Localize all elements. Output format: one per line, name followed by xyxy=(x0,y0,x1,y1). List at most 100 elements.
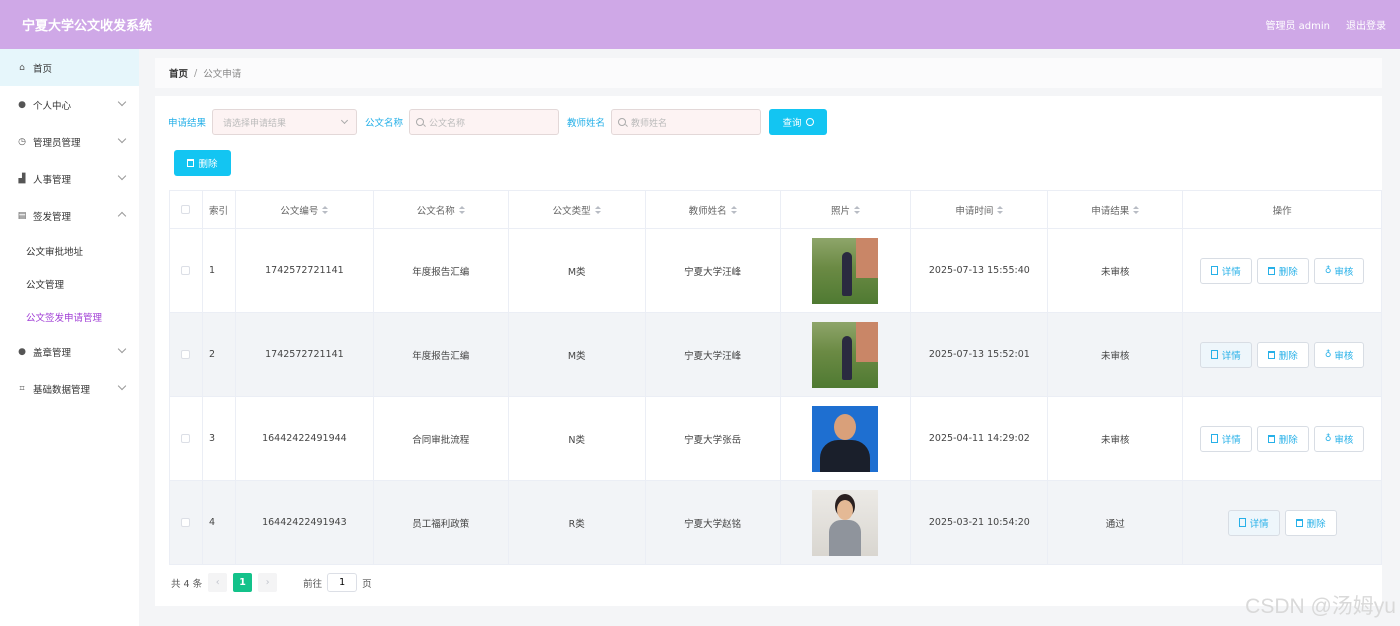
total-count: 共 4 条 xyxy=(171,578,203,590)
detail-button[interactable]: 详情 xyxy=(1199,341,1252,368)
sidebar-item-seal[interactable]: ● 盖章管理 xyxy=(0,333,139,370)
next-page-button[interactable]: › xyxy=(258,573,278,592)
sidebar-subitem-document-management[interactable]: 公文管理 xyxy=(0,267,139,300)
prev-page-button[interactable]: ‹ xyxy=(208,573,228,592)
row-checkbox[interactable] xyxy=(181,266,191,275)
filter-bar: 申请结果 请选择申请结果 公文名称 公文名称 教师姓名 教师姓名 查询 xyxy=(168,109,828,135)
column-header: 操作 xyxy=(1272,205,1292,217)
logout-link[interactable]: 退出登录 xyxy=(1346,17,1386,32)
delete-button[interactable]: 删除 xyxy=(1256,425,1309,452)
pagination: 共 4 条 ‹ 1 › 前往 页 xyxy=(171,573,372,592)
name-search-input[interactable]: 公文名称 xyxy=(409,109,560,135)
sort-icon xyxy=(458,205,465,214)
document-code: 1742572721141 xyxy=(235,313,374,397)
user-icon: ● xyxy=(18,99,26,110)
watermark: CSDN @汤姆yu xyxy=(1245,595,1396,618)
document-icon xyxy=(1210,434,1218,443)
query-button-label: 查询 xyxy=(782,118,802,129)
teacher-photo[interactable] xyxy=(812,237,879,304)
table-header-row: 索引 公文编号 公文名称 公文类型 教师姓名 照片 申请时间 申请结果 操作 xyxy=(170,191,1383,229)
goto-prefix: 前往 xyxy=(303,578,323,590)
delete-button[interactable]: 删除 xyxy=(1256,341,1309,368)
row-checkbox[interactable] xyxy=(181,434,191,443)
document-name: 合同审批流程 xyxy=(373,397,509,481)
search-icon xyxy=(416,118,425,126)
delete-button[interactable]: 删除 xyxy=(1284,509,1337,536)
sort-icon xyxy=(853,205,860,214)
breadcrumb-home[interactable]: 首页 xyxy=(169,66,188,80)
sortable-column-header[interactable]: 申请时间 xyxy=(911,191,1049,229)
sidebar-item-admin[interactable]: ◷ 管理员管理 xyxy=(0,123,139,160)
delete-button[interactable]: 删除 xyxy=(1256,257,1309,284)
table-row: 1 1742572721141 年度报告汇编 M类 宁夏大学汪峰 2025-07… xyxy=(170,229,1383,313)
trash-icon xyxy=(187,159,195,167)
sidebar-item-label: 签发管理 xyxy=(33,211,72,223)
column-header: 公文编号 xyxy=(280,205,319,217)
sortable-column-header[interactable]: 公文名称 xyxy=(373,191,509,229)
sort-icon xyxy=(322,205,329,214)
goto-page-input[interactable] xyxy=(327,573,358,592)
column-header: 申请时间 xyxy=(955,205,994,217)
teacher-photo[interactable] xyxy=(812,405,879,472)
review-button[interactable]: ♁ 审核 xyxy=(1313,341,1365,368)
sidebar-item-base-data[interactable]: ⌗ 基础数据管理 xyxy=(0,370,139,407)
search-icon xyxy=(805,118,814,126)
row-checkbox[interactable] xyxy=(181,518,191,527)
column-header: 申请结果 xyxy=(1091,205,1130,217)
document-icon xyxy=(1210,266,1218,275)
sortable-column-header[interactable]: 照片 xyxy=(780,191,912,229)
query-button[interactable]: 查询 xyxy=(769,109,828,135)
main-panel: 申请结果 请选择申请结果 公文名称 公文名称 教师姓名 教师姓名 查询 删除 索… xyxy=(155,96,1383,606)
sidebar-item-issue[interactable]: ▤ 签发管理 xyxy=(0,197,139,234)
row-checkbox[interactable] xyxy=(181,350,191,359)
name-search-placeholder: 公文名称 xyxy=(429,118,466,129)
sidebar-item-label: 个人中心 xyxy=(33,100,72,112)
document-name: 年度报告汇编 xyxy=(373,229,509,313)
teacher-photo[interactable] xyxy=(812,321,879,388)
teacher-search-placeholder: 教师姓名 xyxy=(631,118,668,129)
sortable-column-header[interactable]: 教师姓名 xyxy=(645,191,781,229)
teacher-search-input[interactable]: 教师姓名 xyxy=(611,109,762,135)
home-icon: ⌂ xyxy=(19,62,25,73)
thumbs-up-icon: ♁ xyxy=(1324,349,1332,360)
chevron-down-icon xyxy=(340,116,349,125)
sidebar-item-home[interactable]: ⌂ 首页 xyxy=(0,49,139,86)
select-all-checkbox[interactable] xyxy=(181,205,191,214)
sidebar-subitem-issue-application[interactable]: 公文签发申请管理 xyxy=(0,300,139,333)
sidebar-item-label: 盖章管理 xyxy=(33,347,72,359)
teacher-photo[interactable] xyxy=(812,489,879,556)
document-type: N类 xyxy=(508,397,646,481)
review-button[interactable]: ♁ 审核 xyxy=(1313,425,1365,452)
sortable-column-header[interactable]: 申请结果 xyxy=(1048,191,1184,229)
column-header: 索引 xyxy=(208,205,228,217)
trash-icon xyxy=(1267,434,1275,443)
sortable-column-header[interactable]: 公文编号 xyxy=(235,191,374,229)
review-button[interactable]: ♁ 审核 xyxy=(1313,257,1365,284)
result-select[interactable]: 请选择申请结果 xyxy=(212,109,358,135)
detail-button[interactable]: 详情 xyxy=(1199,257,1252,284)
page-number-current[interactable]: 1 xyxy=(233,573,253,592)
column-header: 公文类型 xyxy=(552,205,591,217)
applications-table: 索引 公文编号 公文名称 公文类型 教师姓名 照片 申请时间 申请结果 操作 1… xyxy=(169,190,1383,565)
document-type: M类 xyxy=(508,313,646,397)
apply-result: 未审核 xyxy=(1048,229,1184,313)
delete-label: 删除 xyxy=(1278,434,1298,446)
sidebar-subitem-approval-address[interactable]: 公文审批地址 xyxy=(0,234,139,267)
search-icon xyxy=(618,118,627,126)
goto-suffix: 页 xyxy=(362,578,372,590)
sidebar-item-hr[interactable]: ▟ 人事管理 xyxy=(0,160,139,197)
table-row: 4 16442422491943 员工福利政策 R类 宁夏大学赵铭 2025-0… xyxy=(170,481,1383,565)
detail-button[interactable]: 详情 xyxy=(1227,509,1280,536)
table-row: 2 1742572721141 年度报告汇编 M类 宁夏大学汪峰 2025-07… xyxy=(170,313,1383,397)
apply-result: 未审核 xyxy=(1048,313,1184,397)
breadcrumb-separator: / xyxy=(194,67,198,79)
thumbs-up-icon: ♁ xyxy=(1324,265,1332,276)
sortable-column-header[interactable]: 公文类型 xyxy=(508,191,646,229)
batch-delete-button[interactable]: 删除 xyxy=(174,150,231,176)
delete-label: 删除 xyxy=(1306,518,1326,530)
sidebar-item-profile[interactable]: ● 个人中心 xyxy=(0,86,139,123)
detail-button[interactable]: 详情 xyxy=(1199,425,1252,452)
chevron-down-icon xyxy=(117,134,127,144)
breadcrumb-current: 公文申请 xyxy=(203,69,242,80)
trash-icon xyxy=(1267,266,1275,275)
